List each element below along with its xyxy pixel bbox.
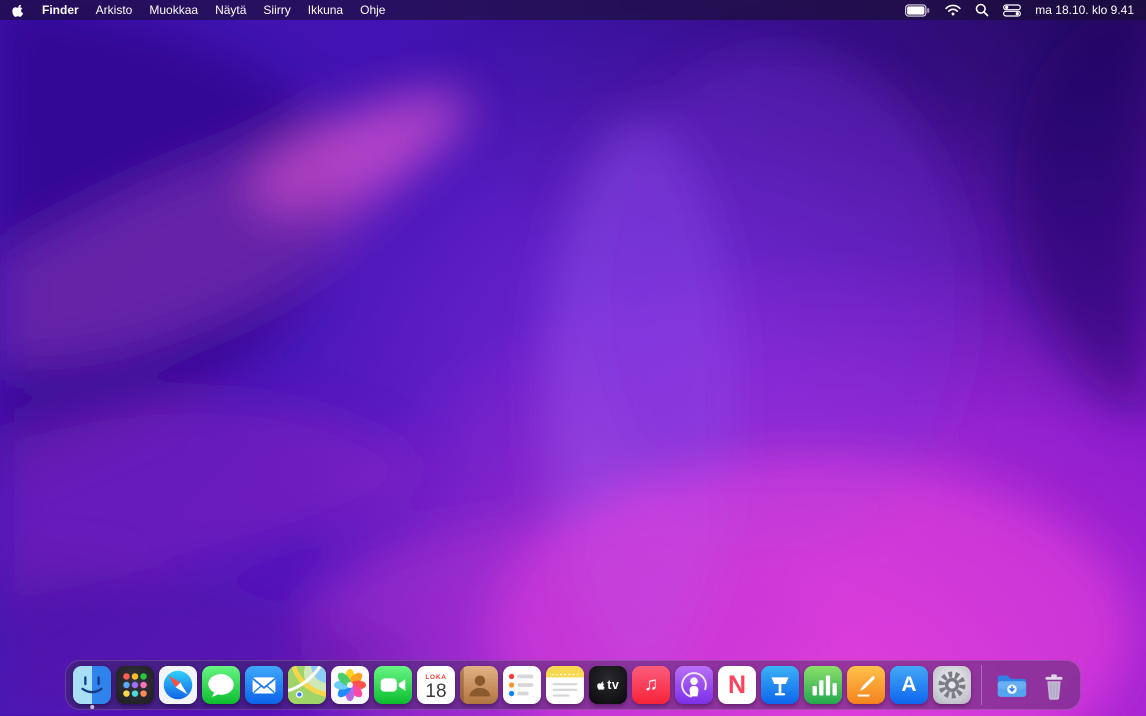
dock-item-keynote[interactable] [761, 666, 799, 704]
dock-item-system-settings[interactable] [933, 666, 971, 704]
calendar-day-label: 18 [425, 680, 447, 702]
photos-icon [331, 666, 369, 704]
finder-icon [73, 666, 111, 704]
dock-item-finder[interactable] [73, 666, 111, 709]
downloads-folder-icon [992, 666, 1030, 704]
wallpaper-image [0, 0, 1146, 716]
dock-item-launchpad[interactable] [116, 666, 154, 704]
launchpad-icon [116, 666, 154, 704]
dock-item-contacts[interactable] [460, 666, 498, 704]
wifi-icon[interactable] [945, 4, 961, 16]
news-letter: N [727, 670, 747, 699]
menu-bar: Finder Arkisto Muokkaa Näytä Siirry Ikku… [0, 0, 1146, 20]
notes-icon [546, 666, 584, 704]
app-menu-finder[interactable]: Finder [42, 3, 79, 17]
menu-ikkuna[interactable]: Ikkuna [308, 3, 343, 17]
menu-nayta[interactable]: Näytä [215, 3, 246, 17]
dock-item-maps[interactable] [288, 666, 326, 704]
safari-icon [159, 666, 197, 704]
dock-item-calendar[interactable]: LOKA 18 [417, 666, 455, 704]
desktop[interactable] [0, 0, 1146, 716]
pages-icon [847, 666, 885, 704]
keynote-icon [761, 666, 799, 704]
screen: Finder Arkisto Muokkaa Näytä Siirry Ikku… [0, 0, 1146, 716]
running-indicator [90, 705, 94, 709]
menu-ohje[interactable]: Ohje [360, 3, 385, 17]
trash-icon [1035, 666, 1073, 704]
dock-item-photos[interactable] [331, 666, 369, 704]
music-icon: ♫ [632, 666, 670, 704]
apple-tv-icon: tv [589, 666, 627, 704]
dock-item-pages[interactable] [847, 666, 885, 704]
dock-item-notes[interactable] [546, 666, 584, 704]
dock-item-music[interactable]: ♫ [632, 666, 670, 704]
numbers-icon [804, 666, 842, 704]
apple-menu-icon[interactable] [12, 3, 25, 18]
spotlight-search-icon[interactable] [975, 3, 989, 17]
app-store-letter: A [901, 673, 917, 696]
dock-item-trash[interactable] [1035, 666, 1073, 704]
podcasts-icon [675, 666, 713, 704]
dock-area: LOKA 18 tv ♫ N A [0, 660, 1146, 710]
messages-icon [202, 666, 240, 704]
facetime-icon [374, 666, 412, 704]
dock-item-news[interactable]: N [718, 666, 756, 704]
menu-bar-clock[interactable]: ma 18.10. klo 9.41 [1035, 3, 1134, 17]
mail-icon [245, 666, 283, 704]
music-note-glyph: ♫ [643, 674, 659, 695]
dock-item-safari[interactable] [159, 666, 197, 704]
calendar-month-label: LOKA [425, 673, 447, 681]
tv-label: tv [607, 678, 620, 692]
news-icon: N [718, 666, 756, 704]
battery-icon[interactable] [905, 3, 931, 17]
maps-icon [288, 666, 326, 704]
reminders-icon [503, 666, 541, 704]
dock-item-tv[interactable]: tv [589, 666, 627, 704]
menu-siirry[interactable]: Siirry [263, 3, 290, 17]
menu-arkisto[interactable]: Arkisto [96, 3, 133, 17]
dock-item-facetime[interactable] [374, 666, 412, 704]
dock-item-downloads[interactable] [992, 666, 1030, 704]
contacts-icon [460, 666, 498, 704]
dock-item-numbers[interactable] [804, 666, 842, 704]
menu-muokkaa[interactable]: Muokkaa [149, 3, 198, 17]
dock-item-mail[interactable] [245, 666, 283, 704]
dock-item-podcasts[interactable] [675, 666, 713, 704]
dock-separator [981, 665, 982, 705]
calendar-icon: LOKA 18 [417, 666, 455, 704]
app-store-icon: A [890, 666, 928, 704]
dock: LOKA 18 tv ♫ N A [65, 660, 1081, 710]
control-center-icon[interactable] [1003, 3, 1022, 17]
dock-item-messages[interactable] [202, 666, 240, 704]
dock-item-app-store[interactable]: A [890, 666, 928, 704]
system-settings-gear-icon [933, 666, 971, 704]
dock-item-reminders[interactable] [503, 666, 541, 704]
